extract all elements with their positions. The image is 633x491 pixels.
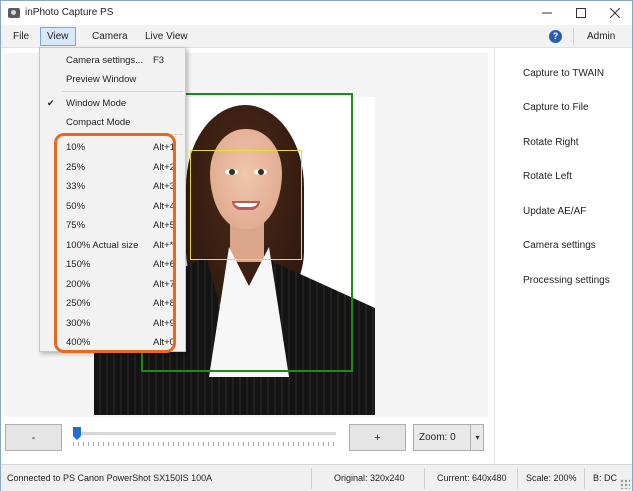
menu-item-window-mode[interactable]: ✔ Window Mode: [40, 95, 185, 112]
menu-item-label: Camera settings...: [66, 55, 144, 66]
checkmark-icon: ✔: [47, 98, 55, 108]
menu-item-camera-settings[interactable]: Camera settings... F3: [40, 52, 185, 69]
menu-item-label: Preview Window: [66, 74, 137, 85]
app-window: inPhoto Capture PS File View Camera Live…: [0, 0, 633, 491]
status-bar: Connected to PS Canon PowerShot SX150IS …: [1, 464, 632, 491]
update-ae-af-button[interactable]: Update AE/AF: [523, 206, 586, 217]
view-menu-dropdown: Camera settings... F3 Preview Window ✔ W…: [39, 47, 186, 353]
zoom-select[interactable]: Zoom: 0 ▾: [413, 424, 484, 451]
chevron-down-icon[interactable]: ▾: [470, 425, 484, 450]
face-detection-box: [190, 150, 302, 260]
menu-separator: [62, 91, 183, 92]
camera-app-icon: [8, 8, 20, 18]
processing-settings-button[interactable]: Processing settings: [523, 275, 610, 286]
window-title: inPhoto Capture PS: [25, 7, 114, 18]
status-divider: [424, 468, 425, 489]
status-original: Original: 320x240: [334, 473, 405, 483]
zoom-options-highlight: [54, 133, 176, 353]
zoom-slider-thumb[interactable]: [73, 427, 81, 440]
menu-camera[interactable]: Camera: [86, 27, 134, 46]
maximize-icon: [576, 8, 586, 18]
menu-item-preview-window[interactable]: Preview Window: [40, 71, 185, 88]
minimize-icon: [542, 12, 552, 14]
maximize-button[interactable]: [564, 1, 598, 25]
close-button[interactable]: [598, 1, 632, 25]
menu-live-view[interactable]: Live View: [139, 27, 194, 46]
help-icon[interactable]: ?: [549, 30, 562, 43]
title-bar: inPhoto Capture PS: [1, 1, 632, 25]
menu-divider: [573, 28, 574, 45]
status-current: Current: 640x480: [437, 473, 507, 483]
actions-panel: Capture to TWAIN Capture to File Rotate …: [494, 48, 632, 464]
menu-item-label: Window Mode: [66, 98, 127, 109]
status-connection: Connected to PS Canon PowerShot SX150IS …: [7, 473, 213, 483]
menu-item-label: Compact Mode: [66, 117, 131, 128]
zoom-out-button[interactable]: -: [5, 424, 62, 451]
menu-bar: File View Camera Live View ? Admin: [1, 25, 632, 48]
close-icon: [610, 8, 620, 18]
capture-to-twain-button[interactable]: Capture to TWAIN: [523, 68, 604, 79]
menu-view[interactable]: View: [40, 27, 76, 46]
rotate-right-button[interactable]: Rotate Right: [523, 137, 579, 148]
zoom-in-button[interactable]: +: [349, 424, 406, 451]
status-divider: [584, 468, 585, 489]
zoom-value: Zoom: 0: [419, 432, 456, 443]
menu-item-compact-mode[interactable]: Compact Mode: [40, 114, 185, 131]
rotate-left-button[interactable]: Rotate Left: [523, 171, 572, 182]
status-divider: [517, 468, 518, 489]
capture-to-file-button[interactable]: Capture to File: [523, 102, 589, 113]
menu-item-shortcut: F3: [153, 55, 165, 66]
status-divider: [311, 468, 312, 489]
menu-admin[interactable]: Admin: [581, 27, 621, 46]
status-scale: Scale: 200%: [526, 473, 577, 483]
resize-grip-icon[interactable]: [620, 479, 630, 489]
zoom-slider-track[interactable]: [73, 432, 336, 435]
zoom-slider-ticks: [73, 442, 336, 446]
minimize-button[interactable]: [530, 1, 564, 25]
menu-file[interactable]: File: [7, 27, 35, 46]
camera-settings-button[interactable]: Camera settings: [523, 240, 596, 251]
status-b: B: DC: [593, 473, 618, 483]
